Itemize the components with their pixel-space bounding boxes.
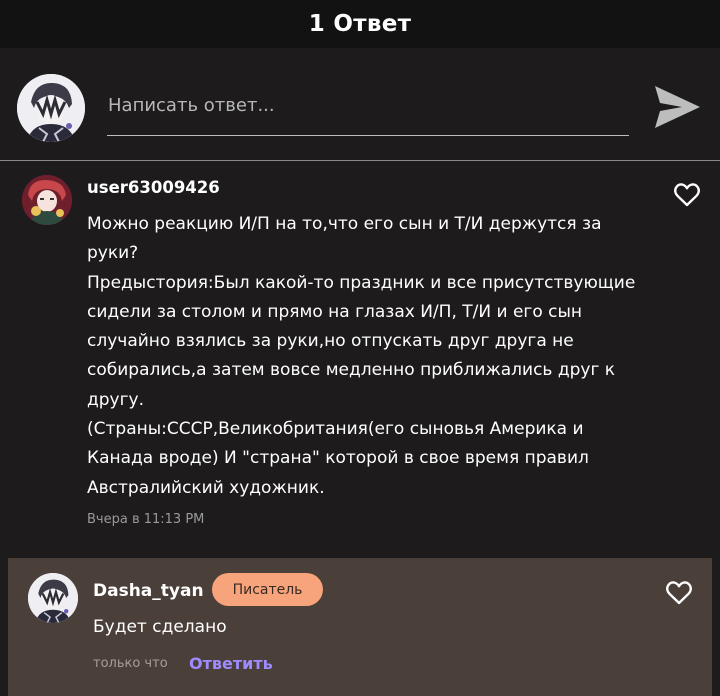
answer-button[interactable]: Ответить [189, 654, 273, 673]
comment-timestamp: Вчера в 11:13 PM [87, 512, 205, 527]
reply-like-button[interactable] [664, 578, 694, 608]
reply-item: Dasha_tyan Писатель Будет сделано только… [8, 558, 712, 696]
send-button[interactable] [652, 84, 702, 132]
avatar-anime-icon [17, 74, 85, 142]
heart-icon [665, 581, 693, 605]
avatar-anime-icon [28, 573, 78, 623]
comment: user63009426 Можно реакцию И/П на то,что… [0, 160, 720, 550]
send-icon [655, 86, 700, 128]
reply-input[interactable] [107, 80, 629, 136]
reply-avatar[interactable] [28, 573, 78, 623]
commenter-avatar[interactable] [22, 175, 72, 225]
writer-badge: Писатель [212, 573, 323, 606]
reply-username[interactable]: Dasha_tyan [93, 581, 204, 601]
header: 1 Ответ [0, 0, 720, 48]
avatar-character-icon [22, 175, 72, 225]
reply-text: Будет сделано [93, 617, 227, 637]
my-avatar[interactable] [17, 74, 85, 142]
heart-icon [673, 183, 701, 207]
comment-username[interactable]: user63009426 [87, 178, 220, 197]
page-title: 1 Ответ [308, 11, 412, 37]
like-button[interactable] [672, 180, 702, 210]
reply-timestamp: только что [93, 656, 168, 671]
comment-text: Можно реакцию И/П на то,что его сын и Т/… [87, 214, 636, 498]
reply-bar [0, 58, 720, 161]
